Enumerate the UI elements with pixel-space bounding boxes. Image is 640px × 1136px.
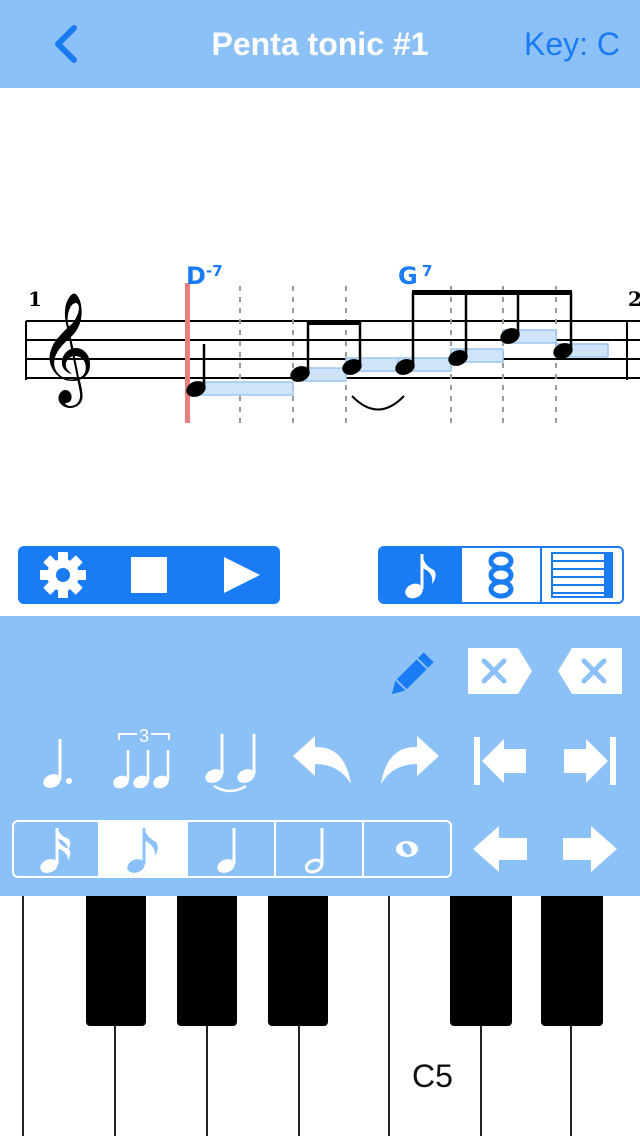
settings-button[interactable] (28, 546, 98, 604)
chord-root[interactable]: G (398, 262, 418, 290)
eighth-note-icon (127, 828, 158, 873)
view-mode-notes[interactable] (380, 548, 460, 602)
half-note-icon (304, 828, 324, 874)
skip-to-end-button[interactable] (556, 728, 624, 794)
white-key[interactable] (0, 896, 24, 1136)
dotted-note-button[interactable] (28, 728, 84, 794)
triplet-button[interactable]: 3 (108, 724, 180, 794)
black-key[interactable] (450, 896, 512, 1026)
black-key[interactable] (268, 896, 328, 1026)
chord-stack-icon (488, 551, 514, 599)
key-button[interactable]: Key: C (524, 26, 620, 63)
delete-forward-icon (468, 648, 532, 694)
chord-quality: -7 (206, 262, 223, 280)
quarter-note-icon (217, 828, 236, 873)
triplet-label: 3 (139, 726, 149, 746)
undo-icon (293, 736, 351, 784)
delete-backward-button[interactable] (556, 646, 624, 696)
stop-button[interactable] (114, 546, 184, 604)
redo-icon (381, 736, 439, 784)
arrow-left-icon (473, 826, 527, 872)
key-label: C5 (412, 1058, 453, 1094)
playhead[interactable] (185, 283, 190, 423)
redo-button[interactable] (376, 728, 446, 794)
chord-quality: 7 (422, 262, 432, 280)
gear-icon (40, 552, 86, 598)
move-right-button[interactable] (558, 820, 622, 878)
stop-icon (131, 557, 167, 593)
piano-roll-icon (551, 552, 613, 598)
eighth-note-icon (405, 554, 436, 599)
piano-keyboard: C5 (0, 896, 640, 1136)
view-mode-piano-roll[interactable] (542, 548, 622, 602)
skip-to-end-icon (564, 737, 616, 785)
edit-panel: 3 (0, 616, 640, 896)
chevron-left-icon (55, 25, 77, 63)
duration-quarter[interactable] (188, 822, 276, 876)
beam (307, 320, 361, 325)
duration-half[interactable] (276, 822, 364, 876)
beam (412, 290, 572, 295)
move-left-button[interactable] (468, 820, 532, 878)
tie-button[interactable] (198, 728, 266, 798)
tied-notes-icon (205, 734, 256, 793)
black-key[interactable] (86, 896, 146, 1026)
score-view[interactable]: 1 2 𝄞 D -7 G 7 (0, 88, 640, 538)
undo-button[interactable] (286, 728, 356, 794)
skip-to-start-button[interactable] (466, 728, 534, 794)
delete-backward-icon (558, 648, 622, 694)
note-duration-segmented-control (12, 820, 452, 878)
triplet-icon: 3 (113, 726, 170, 789)
dotted-quarter-note-icon (43, 739, 72, 788)
whole-note-icon (396, 841, 418, 857)
black-key[interactable] (541, 896, 603, 1026)
play-icon (224, 557, 260, 593)
tie (351, 395, 405, 411)
pencil-icon (391, 652, 434, 695)
transport-controls (18, 546, 280, 604)
measure-number-next: 2 (628, 287, 640, 311)
view-mode-segmented-control (378, 546, 624, 604)
skip-to-start-icon (474, 737, 526, 785)
back-button[interactable] (40, 22, 90, 66)
duration-whole[interactable] (364, 822, 450, 876)
duration-eighth[interactable] (100, 822, 188, 876)
delete-forward-button[interactable] (466, 646, 534, 696)
pencil-button[interactable] (380, 644, 442, 706)
chord-root[interactable]: D (186, 262, 206, 290)
nav-bar: Penta tonic #1 Key: C (0, 0, 640, 88)
sixteenth-note-icon (40, 828, 71, 873)
play-button[interactable] (206, 546, 276, 604)
staff-canvas[interactable]: 1 2 𝄞 D -7 G 7 (0, 88, 640, 538)
arrow-right-icon (563, 826, 617, 872)
view-mode-chords[interactable] (460, 548, 542, 602)
treble-clef-icon: 𝄞 (38, 291, 95, 408)
duration-sixteenth[interactable] (14, 822, 100, 876)
black-key[interactable] (177, 896, 237, 1026)
